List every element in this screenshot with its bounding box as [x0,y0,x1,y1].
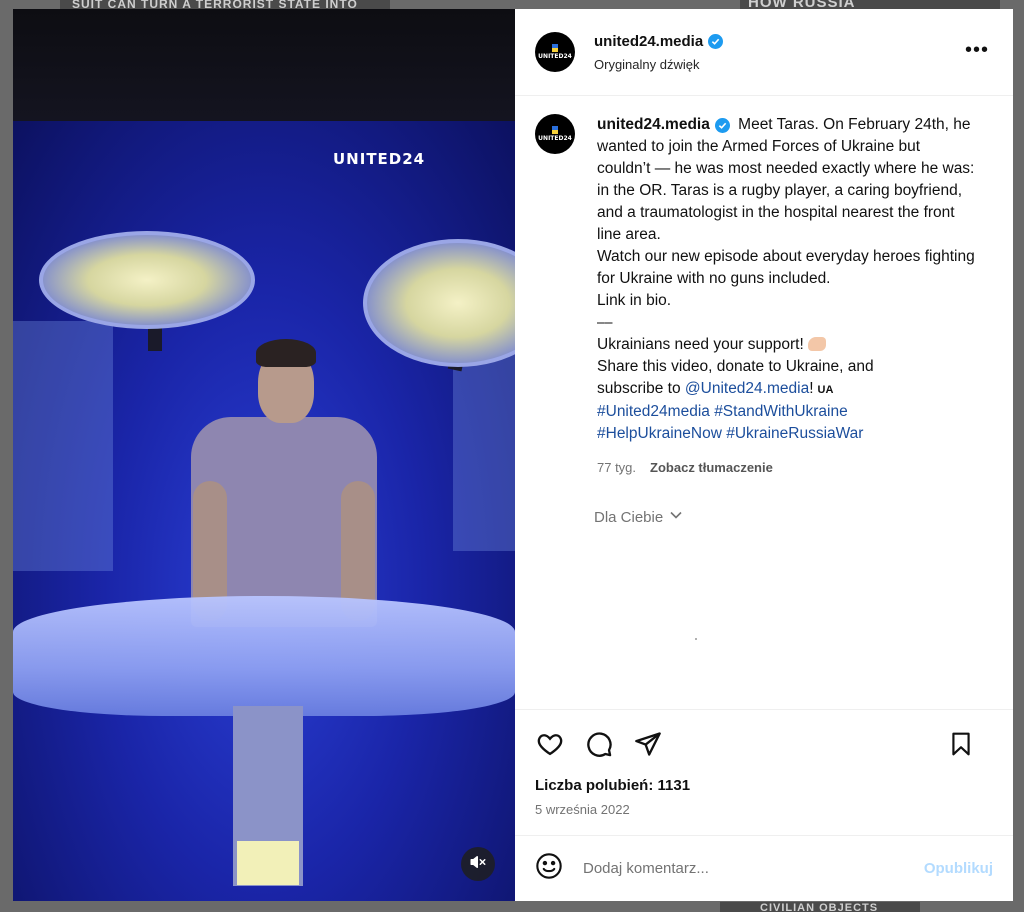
for-you-toggle[interactable]: Dla Ciebie [594,507,977,529]
caption-username[interactable]: united24.media [597,114,710,136]
heart-icon[interactable] [535,729,565,759]
loading-dot [695,638,697,640]
hashtag-line[interactable]: #HelpUkraineNow #UkraineRussiaWar [597,423,977,445]
speaker-muted-icon [469,853,487,876]
caption-paragraph: Link in bio. [597,292,672,309]
video-top-dark-band [13,9,515,121]
caption-avatar[interactable]: UNITED24 [535,114,575,154]
background-tile-text: CIVILIAN OBJECTS [760,902,879,912]
avatar-text: UNITED24 [538,53,572,60]
caption-support-line: Ukrainians need your support! [597,336,804,353]
header-username[interactable]: united24.media [594,33,703,50]
publish-button[interactable]: Opublikuj [924,860,993,877]
surgical-lamp-left [39,231,255,329]
mention-link[interactable]: @United24.media [685,380,809,397]
post-header: UNITED24 united24.media Oryginalny dźwię… [515,9,1013,96]
operating-table-drape [13,596,515,716]
chevron-down-icon [669,507,683,529]
likes-count[interactable]: Liczba polubień: 1131 [515,777,1013,794]
caption-section: UNITED24 united24.media Meet Taras. On F… [515,96,1013,709]
post-date: 5 września 2022 [535,802,630,817]
comment-icon[interactable] [584,729,614,759]
comment-input[interactable] [583,860,924,877]
video-frame [13,121,515,901]
mute-toggle-button[interactable] [461,847,495,881]
ukraine-flag-icon [552,126,558,134]
verified-badge-icon [708,33,724,49]
original-audio-link[interactable]: Oryginalny dźwięk [594,57,723,72]
caption-paragraph: Meet Taras. On February 24th, he wanted … [597,116,975,243]
comment-bar: Opublikuj [515,835,1013,901]
post-details-panel: UNITED24 united24.media Oryginalny dźwię… [515,9,1013,901]
caption-share-line: Share this video, donate to Ukraine, and [597,358,874,375]
more-options-icon[interactable]: ••• [965,39,989,62]
avatar-text: UNITED24 [538,135,572,142]
bookmark-icon[interactable] [946,729,976,759]
hashtag-line[interactable]: #United24media #StandWithUkraine [597,401,977,423]
caption-subscribe-suffix: ! [809,380,814,397]
post-age[interactable]: 77 tyg. [597,457,636,479]
caption-subscribe-prefix: subscribe to [597,380,685,397]
send-icon[interactable] [633,729,663,759]
caption-separator: ⎯⎯ [597,314,613,331]
caption-paragraph: Watch our new episode about everyday her… [597,248,975,287]
video-watermark: UNITED24 [333,150,426,168]
ukraine-flag-icon [552,44,558,52]
verified-badge-icon [714,117,730,133]
caption-text: united24.media Meet Taras. On February 2… [594,114,977,529]
emoji-icon[interactable] [535,852,563,885]
post-modal: UNITED24 UNITED24 united24.media Orygina… [13,9,1013,901]
see-translation-button[interactable]: Zobacz tłumaczenie [650,457,773,479]
surgical-lamp-right [363,239,515,367]
ua-flag-badge: UA [817,384,834,396]
post-video[interactable]: UNITED24 [13,9,515,901]
post-actions [515,709,1013,777]
avatar[interactable]: UNITED24 [535,32,575,72]
for-you-label: Dla Ciebie [594,509,664,526]
flexed-biceps-emoji-icon [808,337,827,351]
